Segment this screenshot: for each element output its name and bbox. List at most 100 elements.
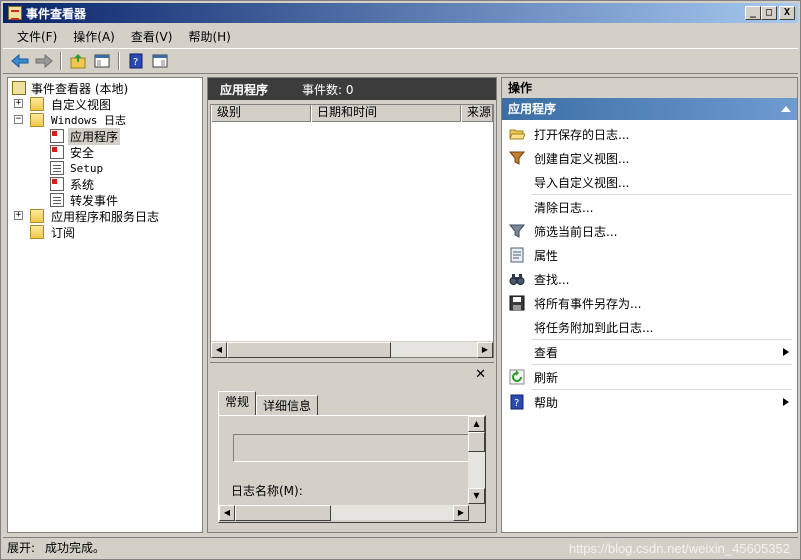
event-viewer-icon: [8, 6, 22, 20]
properties-icon: [510, 247, 524, 263]
close-detail-icon[interactable]: ✕: [475, 367, 486, 382]
binoculars-icon: [509, 274, 525, 285]
tree-label-security: 安全: [70, 145, 95, 160]
scroll-down-button[interactable]: ▼: [468, 488, 485, 504]
collapse-section-icon[interactable]: [781, 106, 791, 112]
action-label: 帮助: [534, 395, 559, 410]
actions-header: 操作: [502, 78, 797, 98]
event-viewer-window: 事件查看器 _ □ X 文件(F) 操作(A) 查看(V) 帮助(H) ? 事件…: [0, 0, 801, 560]
scroll-right-button[interactable]: ▶: [453, 505, 469, 521]
tree-label-application: 应用程序: [68, 127, 121, 145]
forward-button[interactable]: [33, 51, 55, 71]
folder-icon: [30, 209, 44, 223]
maximize-button[interactable]: □: [761, 6, 777, 20]
grid-header: 级别 日期和时间 来源: [211, 105, 493, 122]
help-icon: ?: [510, 394, 524, 410]
action-label: 将所有事件另存为...: [534, 296, 642, 311]
tree-item-setup[interactable]: Setup: [8, 160, 202, 176]
tree-label-app-service-logs: 应用程序和服务日志: [51, 209, 160, 224]
grid-hscrollbar[interactable]: ◀ ▶: [211, 341, 493, 358]
action-help[interactable]: ? 帮助: [502, 390, 797, 414]
center-pane: 应用程序 事件数: 0 级别 日期和时间 来源 ◀ ▶ ✕ 常规 详细信息 日志…: [207, 77, 497, 533]
expand-icon[interactable]: +: [14, 211, 23, 220]
action-view[interactable]: 查看: [502, 340, 797, 364]
tab-details[interactable]: 详细信息: [256, 395, 319, 415]
detail-tabs: 常规 详细信息: [218, 391, 319, 415]
tree-item-system[interactable]: 系统: [8, 176, 202, 192]
scroll-thumb[interactable]: [235, 505, 331, 521]
folder-icon: [30, 97, 44, 111]
tab-general[interactable]: 常规: [218, 391, 257, 415]
action-import-custom-view[interactable]: 导入自定义视图...: [502, 170, 797, 194]
filter-icon: [509, 224, 525, 238]
event-viewer-icon: [12, 81, 26, 95]
filter-icon: [509, 151, 525, 165]
save-icon: [509, 295, 525, 311]
action-find[interactable]: 查找...: [502, 267, 797, 291]
action-save-all-events[interactable]: 将所有事件另存为...: [502, 291, 797, 315]
event-description-field[interactable]: [233, 434, 469, 462]
show-hide-tree-button[interactable]: [91, 51, 113, 71]
menu-help[interactable]: 帮助(H): [180, 28, 238, 45]
detail-vscrollbar[interactable]: ▲ ▼: [468, 416, 485, 504]
svg-text:?: ?: [514, 398, 519, 409]
action-pane-icon: [152, 54, 168, 68]
status-text: 成功完成。: [45, 541, 106, 555]
tree-item-custom-views[interactable]: + 自定义视图: [8, 96, 202, 112]
menu-file[interactable]: 文件(F): [9, 28, 65, 45]
tree-item-root[interactable]: 事件查看器 (本地): [8, 80, 202, 96]
back-arrow-icon: [11, 54, 29, 68]
action-label: 查看: [534, 345, 559, 360]
expand-icon[interactable]: +: [14, 99, 23, 108]
column-source[interactable]: 来源: [461, 105, 493, 122]
tree-item-app-service-logs[interactable]: + 应用程序和服务日志: [8, 208, 202, 224]
scroll-thumb[interactable]: [468, 432, 485, 452]
tree-item-application[interactable]: 应用程序: [8, 127, 202, 145]
menu-view[interactable]: 查看(V): [123, 28, 181, 45]
action-properties[interactable]: 属性: [502, 243, 797, 267]
minimize-button[interactable]: _: [745, 6, 761, 20]
up-level-button[interactable]: [67, 51, 89, 71]
action-open-saved-log[interactable]: 打开保存的日志...: [502, 122, 797, 146]
actions-section-header[interactable]: 应用程序: [502, 98, 797, 120]
action-label: 创建自定义视图...: [534, 151, 630, 166]
menu-bar: 文件(F) 操作(A) 查看(V) 帮助(H): [3, 25, 798, 47]
watermark-text: https://blog.csdn.net/weixin_45605352: [568, 541, 790, 556]
scroll-left-button[interactable]: ◀: [219, 505, 235, 521]
toolbar-separator: [118, 52, 120, 70]
close-button[interactable]: X: [779, 6, 795, 20]
action-attach-task[interactable]: 将任务附加到此日志...: [502, 315, 797, 339]
show-hide-action-pane-button[interactable]: [149, 51, 171, 71]
forward-arrow-icon: [35, 54, 53, 68]
scroll-left-button[interactable]: ◀: [211, 342, 227, 358]
action-label: 将任务附加到此日志...: [534, 320, 654, 335]
window-controls: _ □ X: [745, 6, 795, 20]
back-button[interactable]: [9, 51, 31, 71]
column-datetime[interactable]: 日期和时间: [311, 105, 461, 122]
folder-open-icon: [509, 129, 525, 140]
action-filter-log[interactable]: 筛选当前日志...: [502, 219, 797, 243]
tree-item-windows-logs[interactable]: − Windows 日志: [8, 112, 202, 128]
help-book-icon: ?: [129, 53, 143, 69]
action-create-custom-view[interactable]: 创建自定义视图...: [502, 146, 797, 170]
action-label: 导入自定义视图...: [534, 175, 630, 190]
detail-hscrollbar[interactable]: ◀ ▶: [219, 504, 469, 521]
scroll-right-button[interactable]: ▶: [477, 342, 493, 358]
center-header: 应用程序 事件数: 0: [208, 78, 496, 100]
tree-item-forwarded-events[interactable]: 转发事件: [8, 192, 202, 208]
collapse-icon[interactable]: −: [14, 115, 23, 124]
column-level[interactable]: 级别: [211, 105, 311, 122]
scroll-up-button[interactable]: ▲: [468, 416, 485, 432]
help-button[interactable]: ?: [125, 51, 147, 71]
tree-label-subscriptions: 订阅: [51, 225, 76, 240]
tree-item-security[interactable]: 安全: [8, 144, 202, 160]
menu-action[interactable]: 操作(A): [65, 28, 123, 45]
folder-icon: [30, 113, 44, 127]
console-tree-icon: [94, 54, 110, 68]
tree-item-subscriptions[interactable]: 订阅: [8, 224, 202, 240]
scroll-thumb[interactable]: [227, 342, 391, 358]
title-bar[interactable]: 事件查看器 _ □ X: [3, 3, 798, 23]
action-clear-log[interactable]: 清除日志...: [502, 195, 797, 219]
events-grid[interactable]: 级别 日期和时间 来源 ◀ ▶: [210, 104, 494, 358]
action-refresh[interactable]: 刷新: [502, 365, 797, 389]
